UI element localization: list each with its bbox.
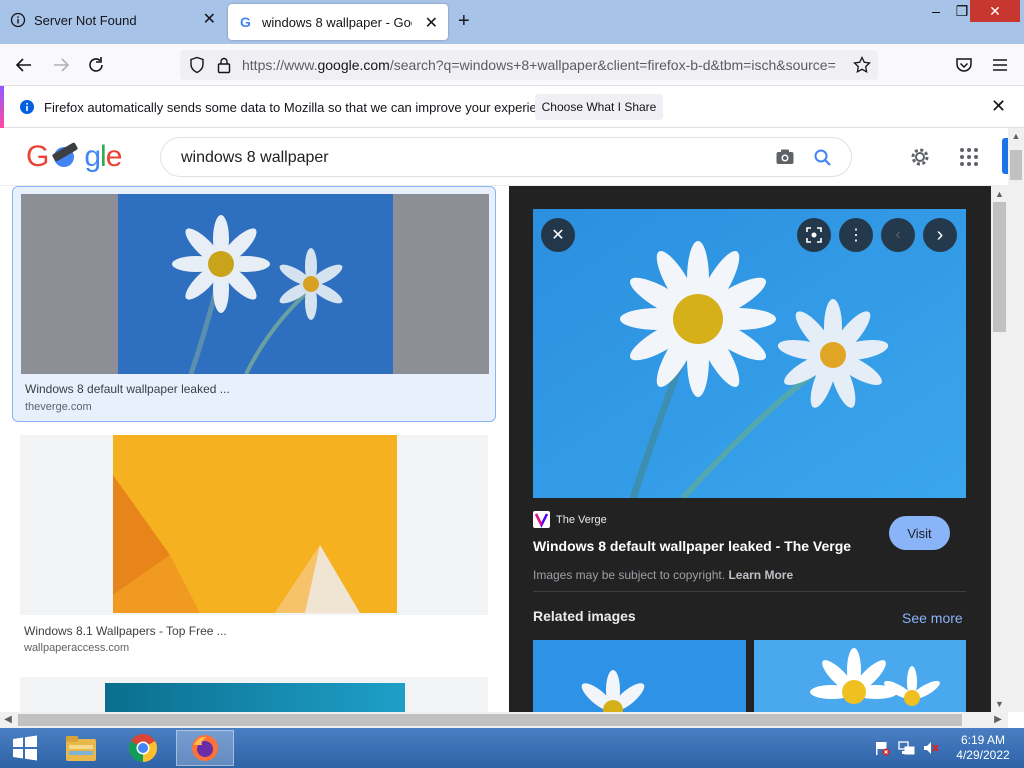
close-tab-icon[interactable]: ✕ <box>203 12 216 28</box>
panel-vertical-scrollbar[interactable]: ▲ ▼ <box>991 186 1008 712</box>
close-window-button[interactable]: ✕ <box>970 0 1020 22</box>
result-card[interactable] <box>12 677 496 712</box>
result-thumbnail[interactable] <box>20 677 488 712</box>
result-card[interactable]: Windows 8 default wallpaper leaked ... t… <box>12 186 496 422</box>
google-doodle-logo[interactable]: Ggle <box>26 140 122 174</box>
next-image-icon[interactable]: › <box>923 218 957 252</box>
url-bar[interactable]: https://www.google.com/search?q=windows+… <box>180 50 878 80</box>
preview-image[interactable] <box>533 209 966 501</box>
notification-bar: Firefox automatically sends some data to… <box>0 86 1024 128</box>
tab-title: windows 8 wallpaper - Google Search <box>262 14 412 30</box>
firefox-icon[interactable] <box>176 730 234 766</box>
clock-time: 6:19 AM <box>960 733 1006 747</box>
info-icon <box>10 12 26 28</box>
camera-icon[interactable] <box>775 148 795 171</box>
start-button[interactable] <box>0 730 50 766</box>
bookmark-star-icon[interactable] <box>853 55 871 79</box>
visit-button[interactable]: Visit <box>889 516 950 550</box>
related-images-heading: Related images <box>533 608 636 624</box>
pocket-icon[interactable] <box>953 54 975 76</box>
result-source[interactable]: theverge.com <box>25 401 92 413</box>
scrollbar-thumb[interactable] <box>993 202 1006 332</box>
close-preview-icon[interactable]: ✕ <box>541 218 575 252</box>
hamburger-menu-icon[interactable] <box>989 54 1011 76</box>
chrome-icon[interactable] <box>114 730 172 766</box>
result-title[interactable]: Windows 8.1 Wallpapers - Top Free ... <box>24 624 227 638</box>
clock-date: 4/29/2022 <box>956 748 1010 762</box>
divider <box>533 591 966 592</box>
result-source[interactable]: wallpaperaccess.com <box>24 642 129 654</box>
result-thumbnail[interactable] <box>21 194 489 374</box>
url-text[interactable]: https://www.google.com/search?q=windows+… <box>242 57 842 73</box>
lens-search-icon[interactable] <box>797 218 831 252</box>
learn-more-link[interactable]: Learn More <box>728 568 793 582</box>
notification-message: Firefox automatically sends some data to… <box>44 100 562 115</box>
google-g-icon: G <box>238 14 254 30</box>
the-verge-logo-icon <box>533 511 550 528</box>
result-title[interactable]: Windows 8 default wallpaper leaked ... <box>25 382 230 396</box>
google-header: Ggle windows 8 wallpaper <box>0 128 1008 186</box>
copyright-notice: Images may be subject to copyright. Lear… <box>533 568 794 582</box>
scroll-up-arrow-icon[interactable]: ▲ <box>991 186 1008 202</box>
settings-gear-icon[interactable] <box>908 145 932 174</box>
notification-accent-stripe <box>0 86 4 128</box>
windows-taskbar: 6:19 AM 4/29/2022 <box>0 728 1024 768</box>
tab-google-search[interactable]: G windows 8 wallpaper - Google Search ✕ <box>228 4 448 40</box>
horizontal-scrollbar[interactable]: ◀ ▶ <box>0 712 1008 728</box>
scroll-up-arrow-icon[interactable]: ▲ <box>1008 128 1024 144</box>
preview-title[interactable]: Windows 8 default wallpaper leaked - The… <box>533 538 851 554</box>
scrollbar-thumb[interactable] <box>1010 150 1022 180</box>
info-icon <box>19 99 35 120</box>
choose-what-i-share-button[interactable]: Choose What I Share <box>535 94 663 120</box>
scroll-left-arrow-icon[interactable]: ◀ <box>0 712 16 728</box>
shield-icon[interactable] <box>188 56 206 79</box>
tab-strip: Server Not Found ✕ G windows 8 wallpaper… <box>0 0 1024 44</box>
related-image-thumbnail[interactable] <box>754 640 966 712</box>
network-icon[interactable] <box>898 740 916 761</box>
tab-title: Server Not Found <box>34 12 137 28</box>
image-results-list: Windows 8 default wallpaper leaked ... t… <box>0 186 508 712</box>
close-notification-icon[interactable]: ✕ <box>991 96 1006 117</box>
back-arrow-icon[interactable] <box>13 54 35 76</box>
scrollbar-thumb[interactable] <box>18 714 962 726</box>
scroll-down-arrow-icon[interactable]: ▼ <box>991 696 1008 712</box>
search-icon[interactable] <box>813 148 833 173</box>
lock-icon[interactable] <box>216 56 232 79</box>
search-input[interactable]: windows 8 wallpaper <box>160 137 852 177</box>
see-more-link[interactable]: See more <box>902 610 963 626</box>
result-card[interactable]: Windows 8.1 Wallpapers - Top Free ... wa… <box>12 435 496 665</box>
page-vertical-scrollbar[interactable]: ▲ <box>1008 128 1024 712</box>
scroll-right-arrow-icon[interactable]: ▶ <box>990 712 1006 728</box>
tab-server-not-found[interactable]: Server Not Found ✕ <box>0 0 226 40</box>
forward-arrow-icon[interactable] <box>50 54 72 76</box>
system-clock[interactable]: 6:19 AM 4/29/2022 <box>948 733 1018 763</box>
search-query[interactable]: windows 8 wallpaper <box>181 149 329 167</box>
previous-image-icon[interactable]: ‹ <box>881 218 915 252</box>
volume-muted-icon[interactable] <box>922 740 940 761</box>
result-thumbnail[interactable] <box>20 435 488 615</box>
navigation-toolbar: https://www.google.com/search?q=windows+… <box>0 44 1024 86</box>
source-name[interactable]: The Verge <box>556 514 607 526</box>
apps-grid-icon[interactable] <box>959 147 979 172</box>
related-image-thumbnail[interactable] <box>533 640 746 712</box>
new-tab-icon[interactable]: + <box>458 10 470 33</box>
action-center-flag-icon[interactable] <box>874 740 890 761</box>
svg-text:G: G <box>240 14 251 30</box>
image-preview-panel: ✕ ⋮ ‹ › The Verge Windows 8 default wall… <box>509 186 991 712</box>
more-options-icon[interactable]: ⋮ <box>839 218 873 252</box>
file-explorer-icon[interactable] <box>52 730 110 766</box>
close-tab-icon[interactable]: ✕ <box>425 16 438 32</box>
reload-icon[interactable] <box>85 54 107 76</box>
